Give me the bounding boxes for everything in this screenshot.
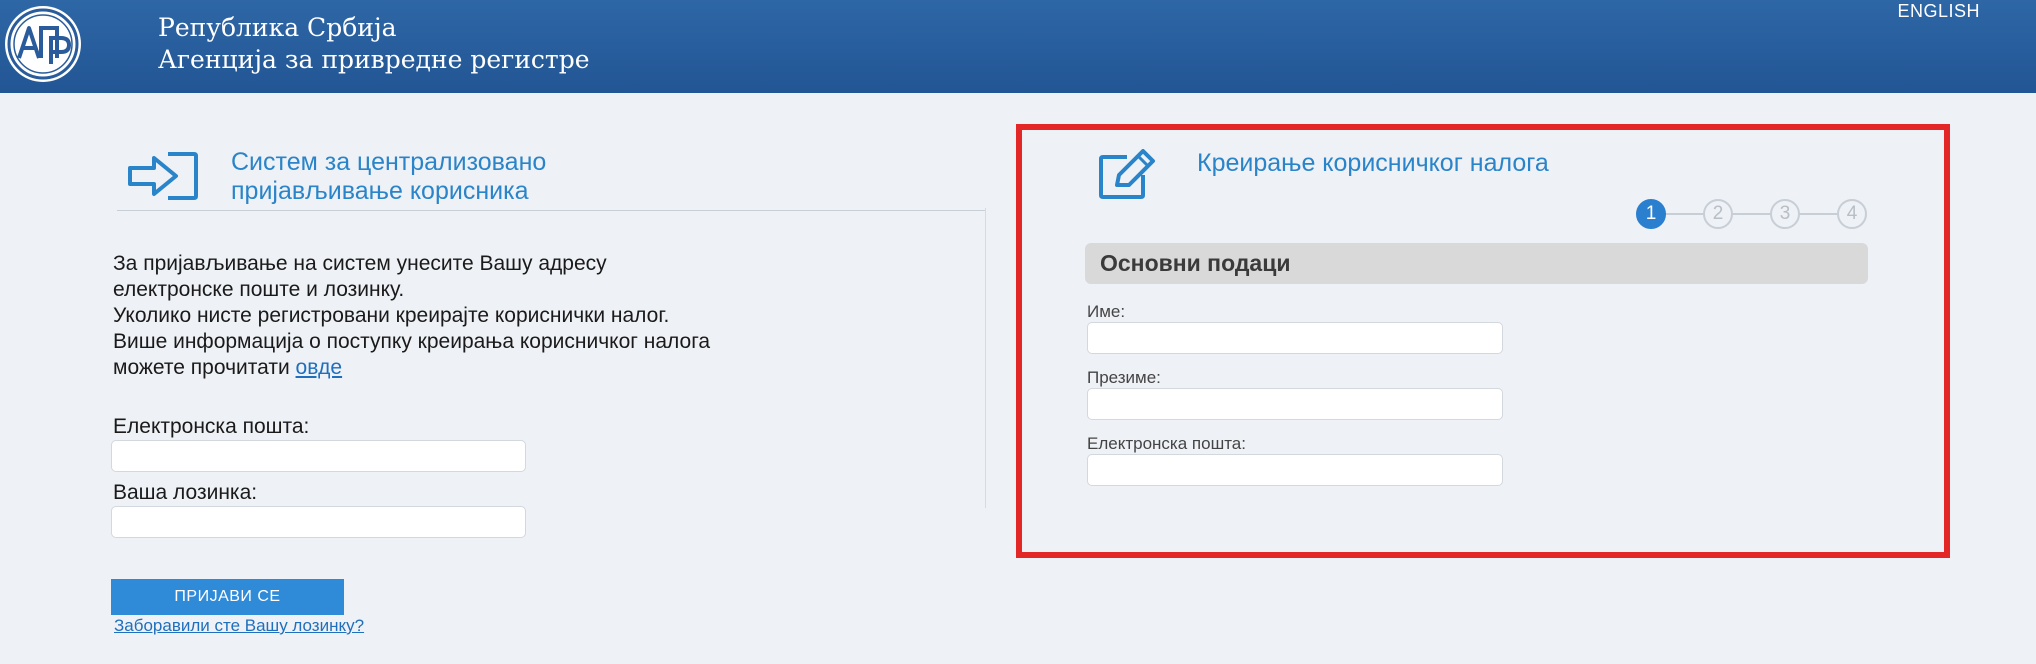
basic-data-section-header: Основни подаци — [1085, 243, 1868, 284]
login-email-input[interactable] — [111, 440, 526, 472]
stepper-line — [1656, 213, 1848, 215]
step-3: 3 — [1770, 199, 1800, 229]
step-4: 4 — [1837, 199, 1867, 229]
login-password-input[interactable] — [111, 506, 526, 538]
first-name-label: Име: — [1087, 302, 1126, 321]
login-title-line2: пријављивање корисника — [231, 177, 529, 205]
step-1: 1 — [1636, 199, 1666, 229]
login-arrow-icon — [124, 150, 200, 202]
last-name-label: Презиме: — [1087, 368, 1161, 387]
org-country: Република Србија — [158, 13, 397, 42]
last-name-input[interactable] — [1087, 388, 1503, 420]
registration-stepper: 1 2 3 4 — [1636, 199, 1868, 229]
language-switch-link[interactable]: ENGLISH — [1897, 1, 1980, 22]
step-2: 2 — [1703, 199, 1733, 229]
apr-logo-mark — [7, 8, 79, 80]
instruction-line: Више информација о поступку креирања кор… — [113, 330, 711, 353]
column-divider — [985, 208, 986, 508]
login-section-title: Систем за централизовано пријављивање ко… — [231, 148, 546, 206]
login-email-label: Електронска пошта: — [113, 415, 310, 438]
instruction-line-last: можете прочитати овде — [113, 355, 710, 381]
forgot-password-link[interactable]: Заборавили сте Вашу лозинку? — [114, 616, 364, 636]
instruction-prefix: можете прочитати — [113, 356, 290, 379]
org-agency: Агенција за привредне регистре — [158, 45, 590, 74]
first-name-input[interactable] — [1087, 322, 1503, 354]
instruction-line: Уколико нисте регистровани креирајте кор… — [113, 304, 670, 327]
apr-logo — [5, 6, 81, 82]
login-title-divider — [117, 210, 985, 211]
edit-pencil-icon — [1097, 149, 1159, 201]
login-instructions: За пријављивање на систем унесите Вашу а… — [113, 251, 710, 381]
login-password-label: Ваша лозинка: — [113, 481, 258, 504]
more-info-link[interactable]: овде — [296, 356, 343, 379]
organization-name: Република Србија Агенција за привредне р… — [158, 12, 590, 76]
login-title-line1: Систем за централизовано — [231, 148, 547, 176]
instruction-line: електронске поште и лозинку. — [113, 278, 405, 301]
register-email-label: Електронска пошта: — [1087, 434, 1246, 453]
instruction-line: За пријављивање на систем унесите Вашу а… — [113, 252, 607, 275]
registration-title: Креирање корисничког налога — [1197, 149, 1549, 177]
login-submit-button[interactable]: ПРИЈАВИ СЕ — [111, 579, 344, 615]
site-header: Република Србија Агенција за привредне р… — [0, 0, 2036, 93]
register-email-input[interactable] — [1087, 454, 1503, 486]
